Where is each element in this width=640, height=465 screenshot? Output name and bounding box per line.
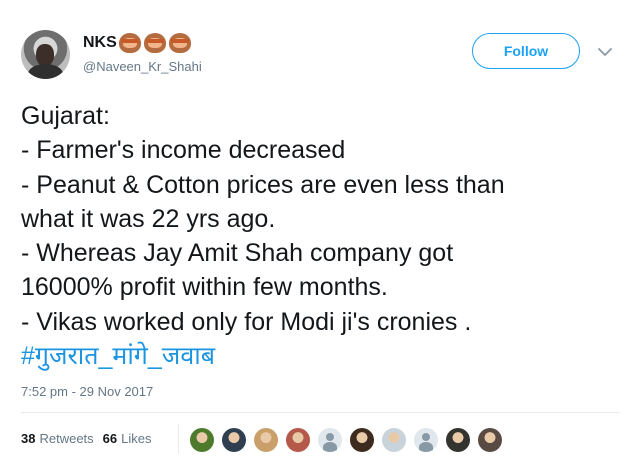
- tweet-line: - Whereas Jay Amit Shah company got: [21, 239, 454, 268]
- liker-avatar[interactable]: [446, 428, 470, 452]
- chevron-down-icon: [598, 48, 612, 56]
- likes-stat[interactable]: 66 Likes: [103, 431, 152, 446]
- name-emojis: [118, 33, 194, 53]
- retweets-label: Retweets: [39, 431, 94, 446]
- tweet-timestamp[interactable]: 7:52 pm - 29 Nov 2017: [21, 384, 153, 399]
- tweet-line: - Farmer's income decreased: [21, 136, 346, 165]
- tweet-stats: 38 Retweets 66 Likes: [21, 431, 161, 446]
- tweet-text: Gujarat: - Farmer's income decreased - P…: [21, 99, 621, 373]
- avatar-shirt: [28, 64, 63, 79]
- more-options-button[interactable]: [596, 44, 614, 60]
- likers-avatars: [190, 428, 510, 452]
- see-no-evil-monkey-icon: [118, 33, 141, 53]
- liker-avatar[interactable]: [318, 428, 342, 452]
- likes-count: 66: [102, 431, 118, 446]
- liker-avatar[interactable]: [222, 428, 246, 452]
- divider: [21, 412, 620, 413]
- follow-button[interactable]: Follow: [472, 33, 580, 69]
- stats-separator: [178, 424, 179, 454]
- author-name-row[interactable]: NKS: [83, 33, 194, 53]
- author-display-name[interactable]: NKS: [83, 34, 117, 52]
- tweet-line: - Vikas worked only for Modi ji's cronie…: [21, 307, 472, 336]
- avatar-face: [36, 44, 54, 66]
- liker-avatar[interactable]: [190, 428, 214, 452]
- speak-no-evil-monkey-icon: [168, 33, 191, 53]
- liker-avatar[interactable]: [350, 428, 374, 452]
- tweet-line: 16000% profit within few months.: [21, 273, 388, 302]
- retweets-stat[interactable]: 38 Retweets: [21, 431, 94, 446]
- tweet-line: Gujarat:: [21, 102, 110, 130]
- retweets-count: 38: [21, 431, 36, 446]
- author-handle[interactable]: @Naveen_Kr_Shahi: [83, 59, 202, 74]
- tweet-line: - Peanut & Cotton prices are even less t…: [21, 170, 505, 199]
- liker-avatar[interactable]: [414, 428, 438, 452]
- liker-avatar[interactable]: [382, 428, 406, 452]
- liker-avatar[interactable]: [254, 428, 278, 452]
- hear-no-evil-monkey-icon: [143, 33, 166, 53]
- author-avatar[interactable]: [21, 30, 70, 79]
- tweet-line: what it was 22 yrs ago.: [21, 204, 276, 233]
- hashtag-link[interactable]: #गुजरात_मांगे_जवाब: [21, 339, 621, 373]
- liker-avatar[interactable]: [286, 428, 310, 452]
- likes-label: Likes: [121, 431, 152, 446]
- liker-avatar[interactable]: [478, 428, 502, 452]
